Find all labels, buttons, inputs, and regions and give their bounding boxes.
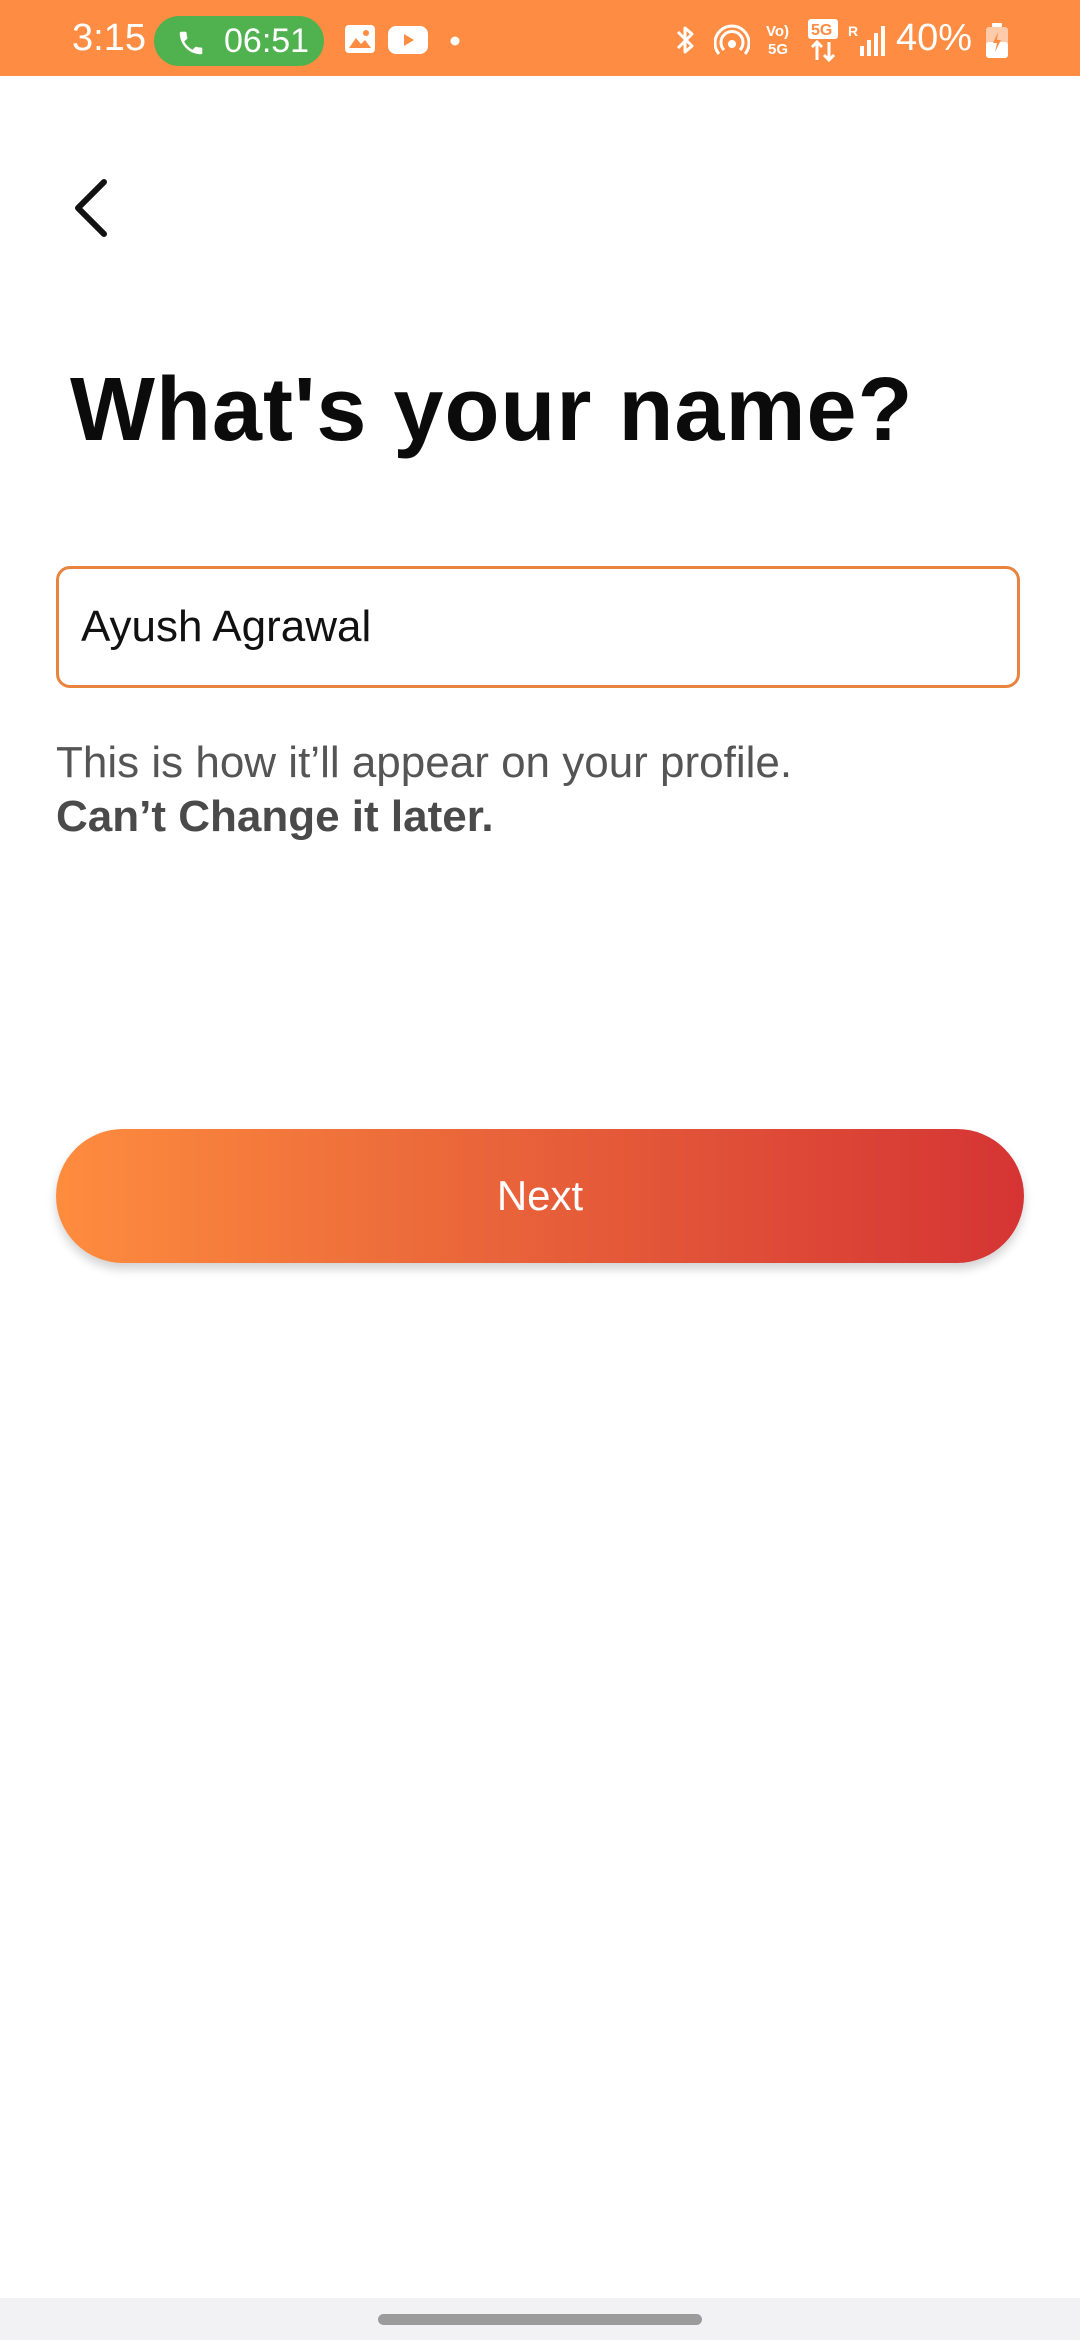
- volte-icon: Vo) 5G: [766, 23, 789, 58]
- phone-icon: [179, 31, 203, 55]
- svg-text:5G: 5G: [811, 22, 832, 39]
- hotspot-icon: [714, 24, 750, 55]
- signal-icon: R: [848, 23, 885, 56]
- name-input[interactable]: [56, 566, 1020, 688]
- youtube-icon: [388, 26, 428, 54]
- 5g-icon: 5G: [808, 19, 838, 62]
- back-button[interactable]: [56, 168, 128, 248]
- ongoing-call-pill[interactable]: 06:51: [154, 16, 324, 66]
- helper-text: This is how it’ll appear on your profile…: [56, 736, 956, 844]
- battery-icon: [986, 23, 1008, 58]
- helper-line-warning: Can’t Change it later.: [56, 792, 494, 841]
- call-timer: 06:51: [224, 22, 310, 60]
- status-time: 3:15: [72, 17, 146, 59]
- svg-text:5G: 5G: [768, 41, 788, 58]
- dot-icon: [450, 36, 460, 46]
- gallery-icon: [345, 25, 375, 53]
- helper-line-profile: This is how it’ll appear on your profile…: [56, 738, 793, 787]
- page-title: What's your name?: [70, 360, 914, 460]
- home-indicator[interactable]: [378, 2314, 702, 2325]
- svg-text:Vo): Vo): [766, 23, 789, 40]
- system-nav-bar: [0, 2298, 1080, 2340]
- bluetooth-icon: [676, 26, 694, 54]
- status-bar: 3:15 06:51 Vo) 5G 5G R 40%: [0, 0, 1080, 76]
- battery-percentage: 40%: [896, 17, 973, 59]
- chevron-left-icon: [75, 179, 107, 237]
- next-button[interactable]: Next: [56, 1129, 1024, 1263]
- svg-text:R: R: [848, 23, 858, 39]
